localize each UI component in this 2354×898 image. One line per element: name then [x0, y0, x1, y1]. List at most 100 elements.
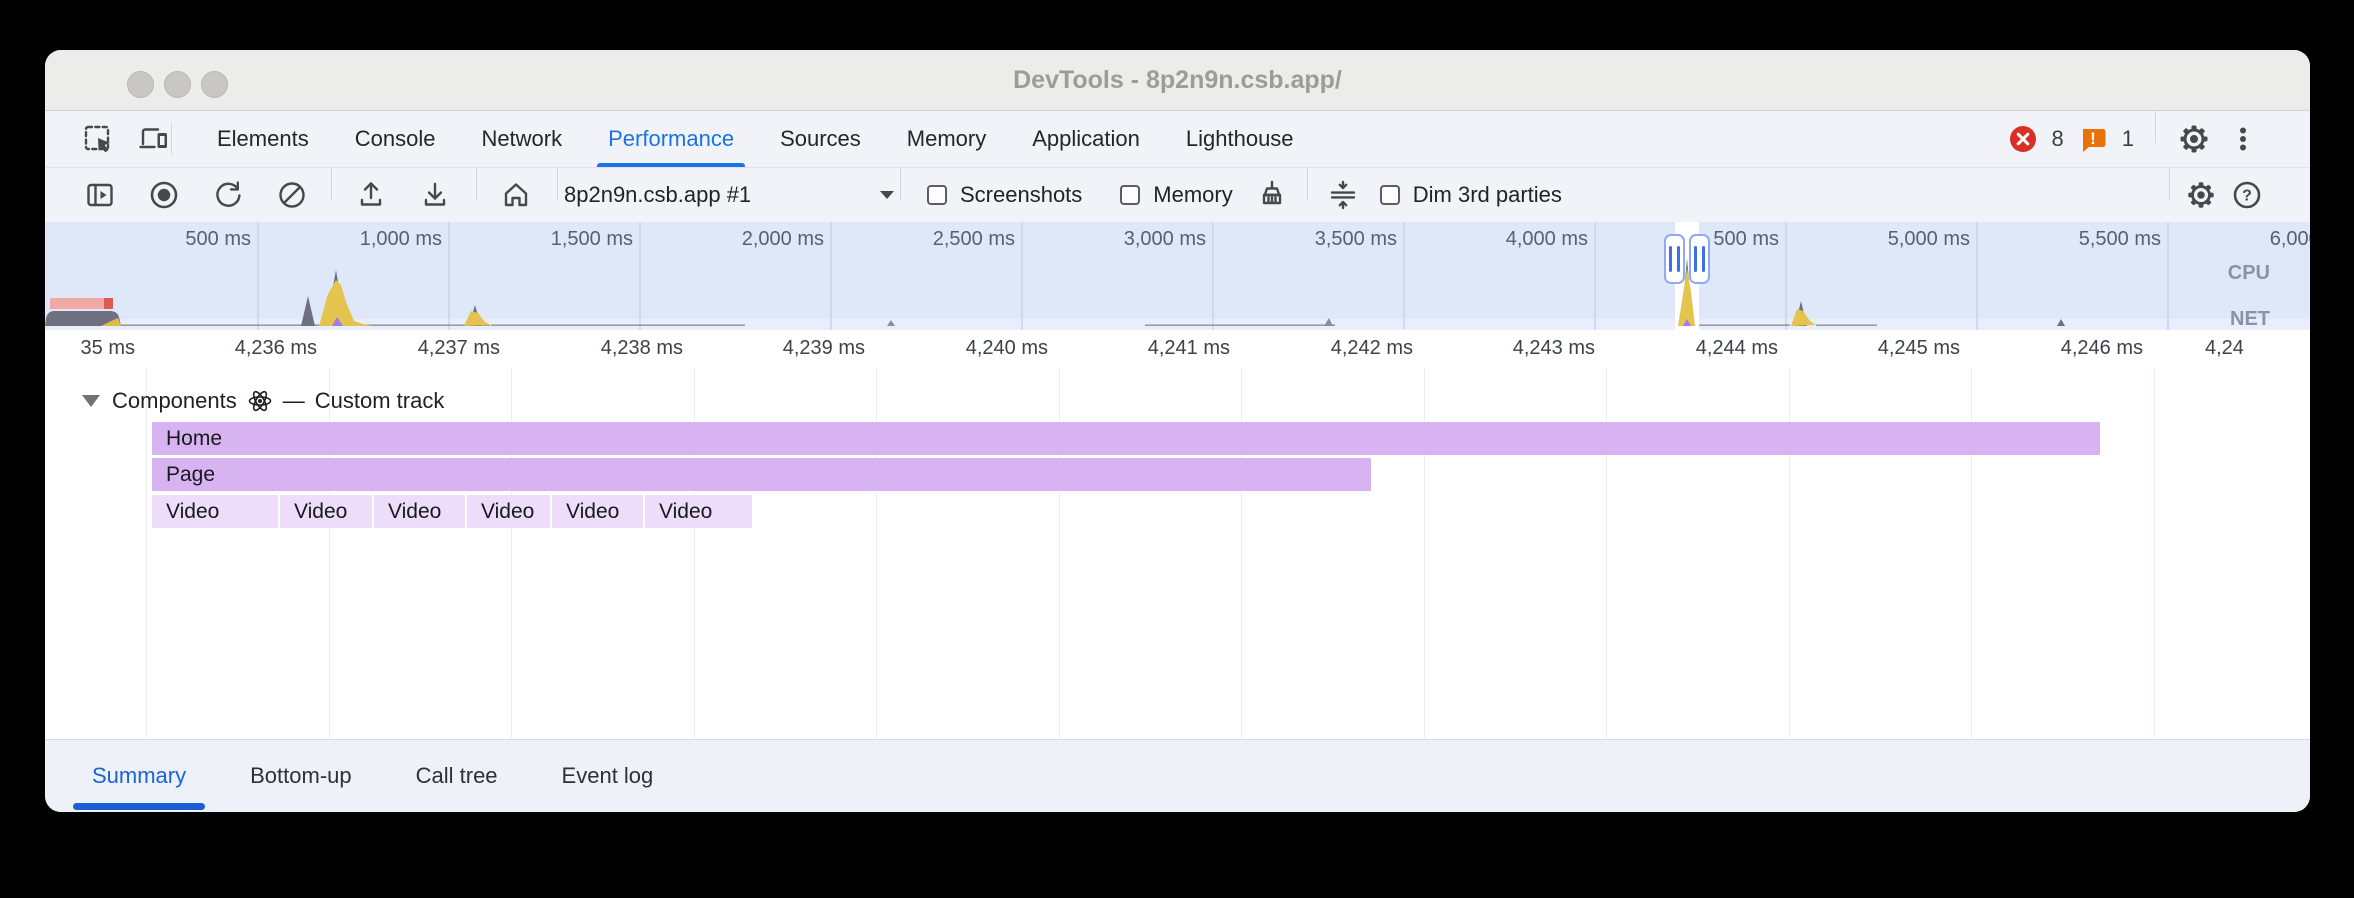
checkbox-box[interactable] — [1120, 185, 1140, 205]
track-entry-video[interactable]: Video — [645, 495, 752, 528]
gc-brush-icon[interactable] — [1255, 178, 1289, 212]
screenshots-checkbox[interactable]: Screenshots — [927, 182, 1082, 208]
panel-tabs: Elements Console Network Performance Sou… — [194, 111, 1317, 167]
divider — [1307, 168, 1308, 200]
track-entry-home[interactable]: Home — [152, 422, 2100, 455]
dim-3rd-parties-checkbox[interactable]: Dim 3rd parties — [1380, 182, 1562, 208]
tab-summary[interactable]: Summary — [71, 740, 207, 812]
divider — [900, 168, 901, 200]
record-and-reload-icon[interactable] — [211, 178, 245, 212]
titlebar: DevTools - 8p2n9n.csb.app/ — [45, 50, 2310, 111]
checkbox-box[interactable] — [927, 185, 947, 205]
tab-sources[interactable]: Sources — [757, 111, 884, 167]
overview-time-label: 3,000 ms — [1056, 228, 1206, 251]
overview-time-label: 1,000 ms — [292, 228, 442, 251]
chevron-down-icon — [880, 191, 894, 199]
ruler-label: 4,242 ms — [1253, 337, 1413, 360]
target-select[interactable]: 8p2n9n.csb.app #1 — [564, 182, 894, 208]
collapse-triangle-icon[interactable] — [82, 395, 100, 407]
load-profile-icon[interactable] — [354, 178, 388, 212]
overview-time-label: 6,000 ms — [2202, 228, 2310, 251]
range-handle-right[interactable] — [1689, 234, 1710, 284]
tab-network[interactable]: Network — [458, 111, 585, 167]
overview-time-label: 1,500 ms — [483, 228, 633, 251]
collapse-tracks-icon[interactable] — [1326, 178, 1360, 212]
active-tab-underline — [597, 163, 745, 167]
ruler-label: 4,243 ms — [1435, 337, 1595, 360]
console-errors-icon[interactable] — [2009, 122, 2037, 156]
ruler-label: 4,24 — [2205, 337, 2310, 360]
overview-time-label: 2,000 ms — [674, 228, 824, 251]
custom-track-header[interactable]: Components — Custom track — [82, 388, 444, 414]
cpu-lane-label: CPU — [2190, 262, 2270, 285]
divider — [331, 168, 332, 200]
home-icon[interactable] — [499, 178, 533, 212]
overview-time-label: 4,000 ms — [1438, 228, 1588, 251]
ruler-label: 4,246 ms — [1983, 337, 2143, 360]
memory-checkbox[interactable]: Memory — [1120, 182, 1232, 208]
tab-bottom-up[interactable]: Bottom-up — [229, 740, 373, 812]
ruler-label: 4,237 ms — [340, 337, 500, 360]
timeline-ruler[interactable]: 35 ms 4,236 ms 4,237 ms 4,238 ms 4,239 m… — [45, 330, 2310, 368]
tab-memory[interactable]: Memory — [884, 111, 1009, 167]
track-entry-page[interactable]: Page — [152, 458, 1371, 491]
svg-text:!: ! — [2090, 129, 2096, 148]
tab-call-tree[interactable]: Call tree — [395, 740, 519, 812]
network-request-bar — [50, 298, 113, 309]
console-warnings-icon[interactable]: ! — [2079, 122, 2107, 156]
record-icon[interactable] — [147, 178, 181, 212]
ruler-label: 4,236 ms — [157, 337, 317, 360]
toggle-sidebar-icon[interactable] — [83, 178, 117, 212]
flame-chart-area[interactable]: Components — Custom track Home Page Vide… — [45, 368, 2310, 738]
overview-time-label: 3,500 ms — [1247, 228, 1397, 251]
track-entry-video[interactable]: Video — [552, 495, 643, 528]
inspect-element-icon[interactable] — [81, 122, 115, 156]
save-profile-icon[interactable] — [418, 178, 452, 212]
devtools-window: DevTools - 8p2n9n.csb.app/ Element — [45, 50, 2310, 812]
more-options-kebab-icon[interactable] — [2226, 122, 2260, 156]
track-entry-video[interactable]: Video — [152, 495, 278, 528]
ruler-label: 4,244 ms — [1618, 337, 1778, 360]
tab-lighthouse[interactable]: Lighthouse — [1163, 111, 1317, 167]
ruler-label: 4,238 ms — [523, 337, 683, 360]
gridline — [2154, 368, 2155, 738]
overview-time-label: 2,500 ms — [865, 228, 1015, 251]
tab-performance[interactable]: Performance — [585, 111, 757, 167]
react-atom-icon — [247, 388, 273, 414]
clear-icon[interactable] — [275, 178, 309, 212]
overview-time-label: 500 ms — [101, 228, 251, 251]
timeline-overview[interactable]: 500 ms 1,000 ms 1,500 ms 2,000 ms 2,500 … — [45, 222, 2310, 330]
tab-application[interactable]: Application — [1009, 111, 1163, 167]
ruler-label: 4,239 ms — [705, 337, 865, 360]
divider — [2169, 168, 2170, 200]
warning-count: 1 — [2122, 126, 2134, 152]
track-name: Components — [112, 388, 237, 414]
track-entry-video[interactable]: Video — [280, 495, 372, 528]
tab-console[interactable]: Console — [332, 111, 459, 167]
track-dash: — — [283, 388, 305, 414]
net-lane-label: NET — [2190, 308, 2270, 331]
active-tab-underline — [73, 803, 205, 810]
track-entry-video[interactable]: Video — [467, 495, 550, 528]
tab-event-log[interactable]: Event log — [541, 740, 675, 812]
capture-settings-gear-icon[interactable] — [2184, 178, 2218, 212]
divider — [476, 168, 477, 200]
divider — [171, 123, 172, 155]
settings-gear-icon[interactable] — [2177, 122, 2211, 156]
track-entry-video[interactable]: Video — [374, 495, 465, 528]
divider — [557, 168, 558, 200]
device-toolbar-icon[interactable] — [137, 122, 171, 156]
checkbox-box[interactable] — [1380, 185, 1400, 205]
ruler-label: 4,240 ms — [888, 337, 1048, 360]
range-handle-left[interactable] — [1664, 234, 1685, 284]
window-title: DevTools - 8p2n9n.csb.app/ — [45, 50, 2310, 111]
ruler-label: 4,241 ms — [1070, 337, 1230, 360]
details-tab-bar: Summary Bottom-up Call tree Event log — [45, 739, 2310, 812]
devtools-tab-bar: Elements Console Network Performance Sou… — [45, 111, 2310, 168]
divider — [2155, 111, 2156, 143]
ruler-label: 35 ms — [45, 337, 135, 360]
gridline — [146, 368, 147, 738]
help-icon[interactable]: ? — [2230, 178, 2264, 212]
track-subtitle: Custom track — [315, 388, 445, 414]
tab-elements[interactable]: Elements — [194, 111, 332, 167]
